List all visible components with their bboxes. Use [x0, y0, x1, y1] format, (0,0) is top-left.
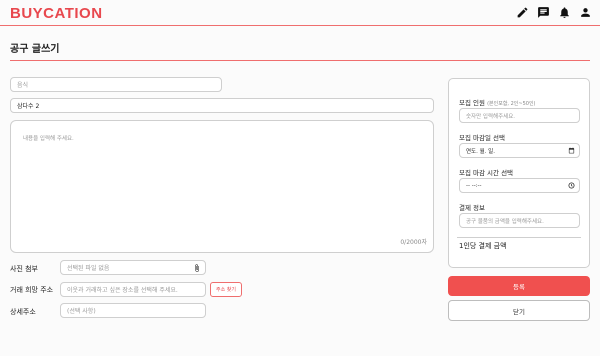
calendar-icon[interactable] [568, 147, 575, 154]
address-search-button[interactable]: 주소 찾기 [210, 282, 242, 297]
deadline-time-input[interactable]: -- --:-- [459, 178, 580, 193]
chat-icon[interactable] [537, 6, 550, 19]
recruit-input[interactable]: 숫자만 입력해주세요. [459, 108, 580, 123]
submit-button[interactable]: 등록 [448, 276, 590, 296]
page-title: 공구 글쓰기 [10, 44, 60, 55]
payment-label: 결제 정보 [459, 204, 485, 212]
per-person-amount-label: 1인당 결제 금액 [459, 242, 507, 250]
title-input[interactable]: 삼다수 2 [10, 98, 434, 113]
recruit-hint: (본인포함, 2인~50인) [487, 101, 536, 107]
deadline-date-label: 모집 마감일 선택 [459, 134, 505, 142]
close-button[interactable]: 닫기 [448, 300, 590, 321]
title-divider [10, 60, 590, 61]
side-divider [457, 237, 581, 238]
clock-icon[interactable] [568, 182, 575, 189]
char-counter: 0/2000자 [400, 239, 427, 246]
content-textarea[interactable]: 내용을 입력해 주세요. 0/2000자 [10, 120, 434, 253]
deadline-date-input[interactable]: 연도. 월. 일. [459, 143, 580, 158]
side-panel: 모집 인원 (본인포함, 2인~50인) 숫자만 입력해주세요. 모집 마감일 … [448, 78, 590, 268]
bell-icon[interactable] [558, 6, 571, 19]
content-placeholder: 내용을 입력해 주세요. [23, 136, 74, 142]
photo-file-input[interactable]: 선택된 파일 없음 [60, 260, 206, 275]
category-select[interactable]: 음식 [10, 77, 222, 92]
recruit-label: 모집 인원 (본인포함, 2인~50인) [459, 99, 536, 107]
deadline-time-label: 모집 마감 시간 선택 [459, 169, 514, 177]
trade-address-label: 거래 희망 주소 [10, 286, 54, 294]
detail-address-input[interactable]: (선택 사항) [60, 303, 206, 318]
photo-file-text: 선택된 파일 없음 [67, 265, 110, 272]
top-bar: BUYCATION [0, 0, 600, 26]
photo-label: 사진 첨부 [10, 265, 38, 273]
logo[interactable]: BUYCATION [10, 5, 103, 22]
trade-address-input[interactable]: 이웃과 거래하고 싶은 장소를 선택해 주세요. [60, 282, 206, 297]
header-icons [516, 6, 592, 19]
pencil-icon[interactable] [516, 6, 529, 19]
paperclip-icon [193, 264, 201, 272]
user-icon[interactable] [579, 6, 592, 19]
payment-input[interactable]: 공구 물품의 금액을 입력해주세요. [459, 213, 580, 228]
detail-address-label: 상세주소 [10, 308, 36, 316]
